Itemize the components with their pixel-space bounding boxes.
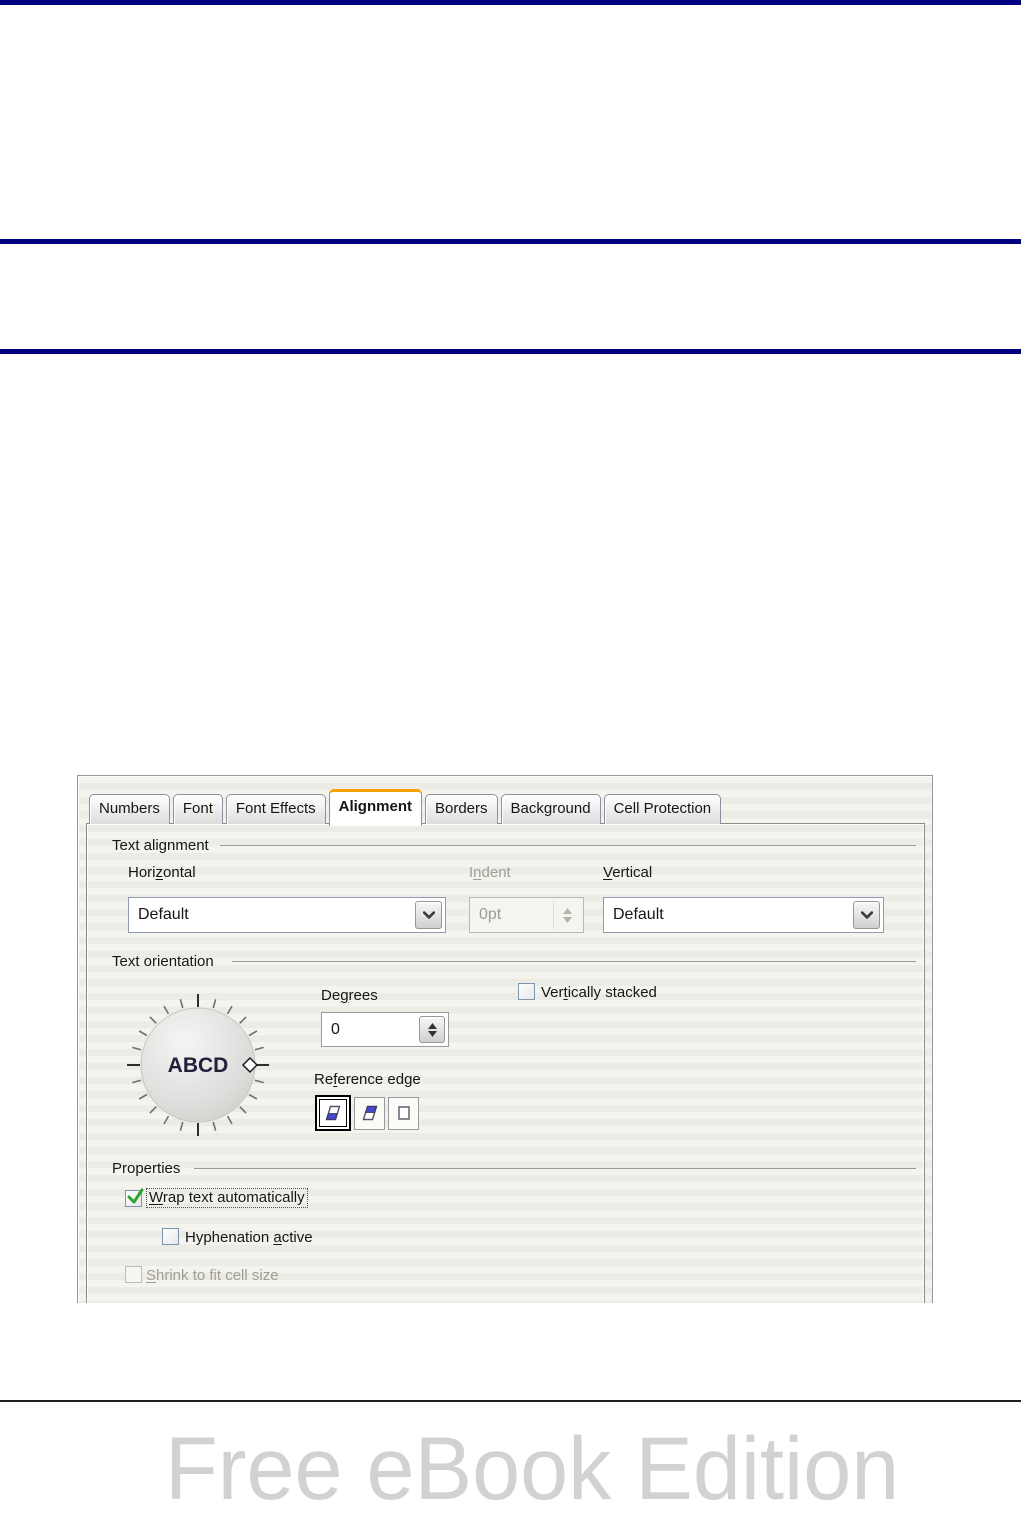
- ref-edge-inside-icon: [397, 1106, 410, 1120]
- shrink-to-fit-label: Shrink to fit cell size: [146, 1267, 279, 1284]
- spinner-down-icon: [427, 1030, 437, 1037]
- chevron-down-icon[interactable]: [853, 901, 880, 929]
- tab-numbers[interactable]: Numbers: [89, 794, 170, 824]
- note-bottom-rule: [0, 349, 1021, 354]
- ref-edge-upper-border-button[interactable]: [354, 1096, 385, 1130]
- spinner-up-icon: [427, 1022, 437, 1029]
- vertically-stacked-label: Vertically stacked: [541, 984, 657, 1001]
- group-separator: [232, 961, 916, 962]
- group-label-text-orientation: Text orientation: [112, 953, 214, 970]
- wrap-text-checkbox[interactable]: [125, 1188, 144, 1207]
- ref-edge-lower-icon: [325, 1105, 341, 1121]
- vertical-select[interactable]: Default: [603, 897, 884, 933]
- dialog-tab-bar: Numbers Font Font Effects Alignment Bord…: [89, 789, 724, 826]
- indent-spinner: [553, 901, 580, 929]
- shrink-to-fit-checkbox: [125, 1266, 142, 1283]
- degrees-spinner[interactable]: [419, 1016, 445, 1043]
- ref-edge-upper-icon: [362, 1105, 377, 1121]
- rotation-dial[interactable]: ABCD: [117, 993, 279, 1141]
- vertical-select-value: Default: [613, 906, 664, 923]
- format-cells-dialog: Numbers Font Font Effects Alignment Bord…: [77, 775, 933, 1303]
- indent-value: 0pt: [479, 906, 502, 923]
- indent-label: Indent: [469, 864, 511, 881]
- degrees-label: Degrees: [321, 987, 378, 1004]
- wrap-text-label: Wrap text automatically: [146, 1188, 308, 1208]
- hyphenation-label: Hyphenation active: [185, 1229, 313, 1246]
- spinner-down-icon: [562, 916, 572, 923]
- ref-edge-lower-border-button[interactable]: [315, 1095, 351, 1131]
- tab-background[interactable]: Background: [500, 794, 601, 824]
- reference-edge-buttons: [315, 1095, 419, 1131]
- degrees-spinbox[interactable]: 0: [321, 1012, 449, 1047]
- tab-font[interactable]: Font: [172, 794, 223, 824]
- note-top-rule: [0, 239, 1021, 244]
- ref-edge-inside-cell-button[interactable]: [388, 1096, 419, 1130]
- group-separator: [220, 845, 916, 846]
- hyphenation-checkbox[interactable]: [162, 1228, 179, 1245]
- degrees-value: 0: [331, 1020, 340, 1038]
- spinner-up-icon: [562, 907, 572, 914]
- check-icon: [127, 1188, 144, 1204]
- dial-sample-text: ABCD: [168, 1054, 229, 1077]
- tab-alignment[interactable]: Alignment: [328, 789, 422, 826]
- indent-field: 0pt: [469, 897, 584, 933]
- reference-edge-label: Reference edge: [314, 1071, 421, 1088]
- tab-font-effects[interactable]: Font Effects: [225, 794, 326, 824]
- footer-rule: [0, 1400, 1021, 1402]
- horizontal-select-value: Default: [138, 906, 189, 923]
- group-separator: [194, 1168, 916, 1169]
- group-label-properties: Properties: [112, 1160, 181, 1177]
- horizontal-label: Horizontal: [128, 864, 196, 881]
- horizontal-select[interactable]: Default: [128, 897, 446, 933]
- vertically-stacked-checkbox[interactable]: [518, 983, 535, 1000]
- vertical-label: Vertical: [603, 864, 653, 881]
- top-navy-rule: [0, 0, 1021, 5]
- tab-borders[interactable]: Borders: [424, 794, 498, 824]
- tab-cell-protection[interactable]: Cell Protection: [603, 794, 722, 824]
- chevron-down-icon[interactable]: [415, 901, 442, 929]
- free-ebook-edition-watermark: Free eBook Edition: [165, 1418, 900, 1518]
- group-label-text-alignment: Text alignment: [112, 837, 209, 854]
- ebook-page: { "page": { "watermark": "Free eBook Edi…: [0, 0, 1021, 1518]
